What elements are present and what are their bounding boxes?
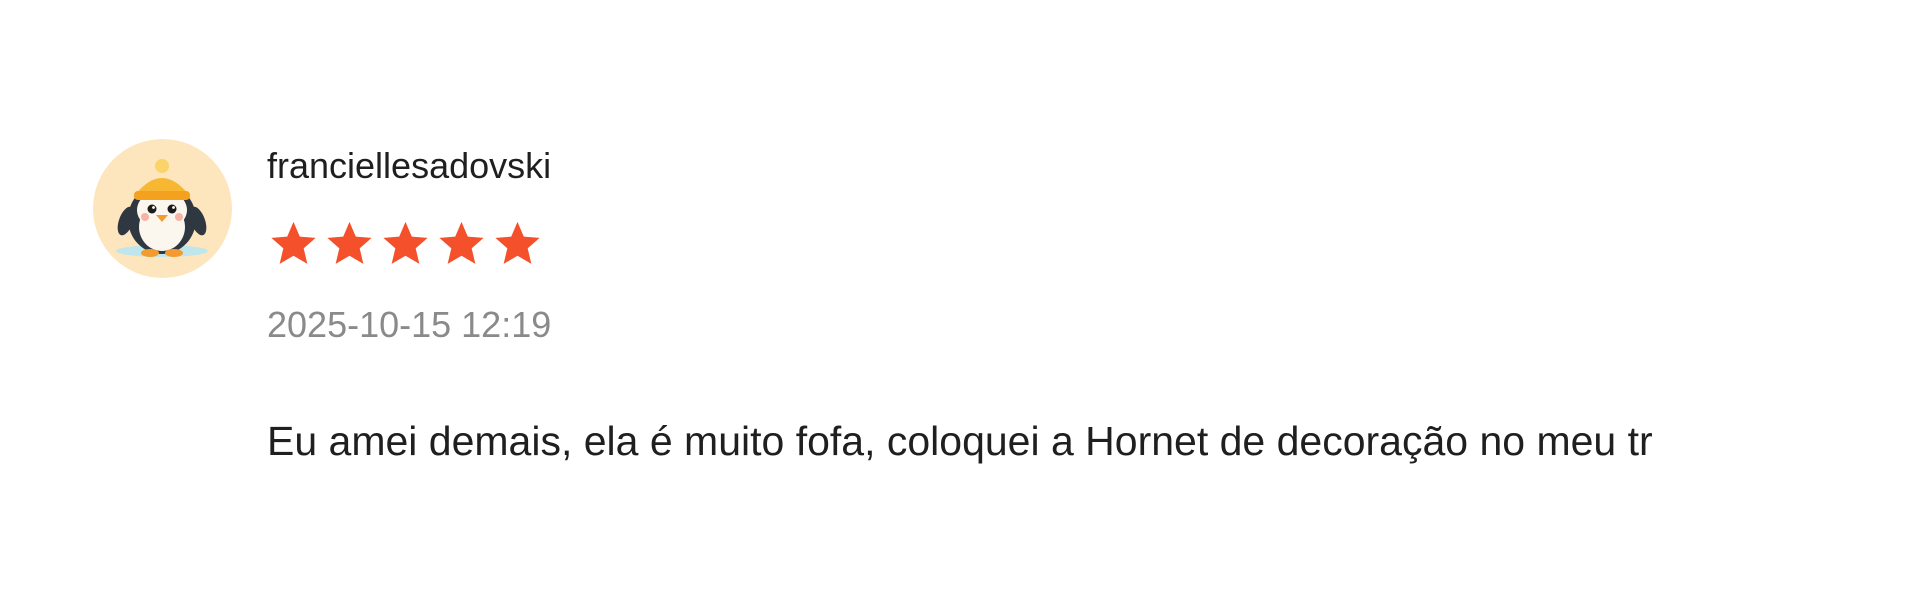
star-rating (267, 218, 544, 270)
star-icon (491, 218, 544, 270)
avatar[interactable] (93, 139, 232, 278)
review-timestamp: 2025-10-15 12:19 (267, 304, 552, 345)
star-icon (323, 218, 376, 270)
star-icon (267, 218, 320, 270)
star-icon (435, 218, 488, 270)
star-icon (379, 218, 432, 270)
review-text: Eu amei demais, ela é muito fofa, coloqu… (267, 418, 1653, 464)
reviewer-username[interactable]: franciellesadovski (267, 144, 551, 188)
review-item: franciellesadovski 2025-10-15 12:19 Eu a… (0, 0, 1920, 609)
penguin-avatar-icon (116, 159, 208, 257)
